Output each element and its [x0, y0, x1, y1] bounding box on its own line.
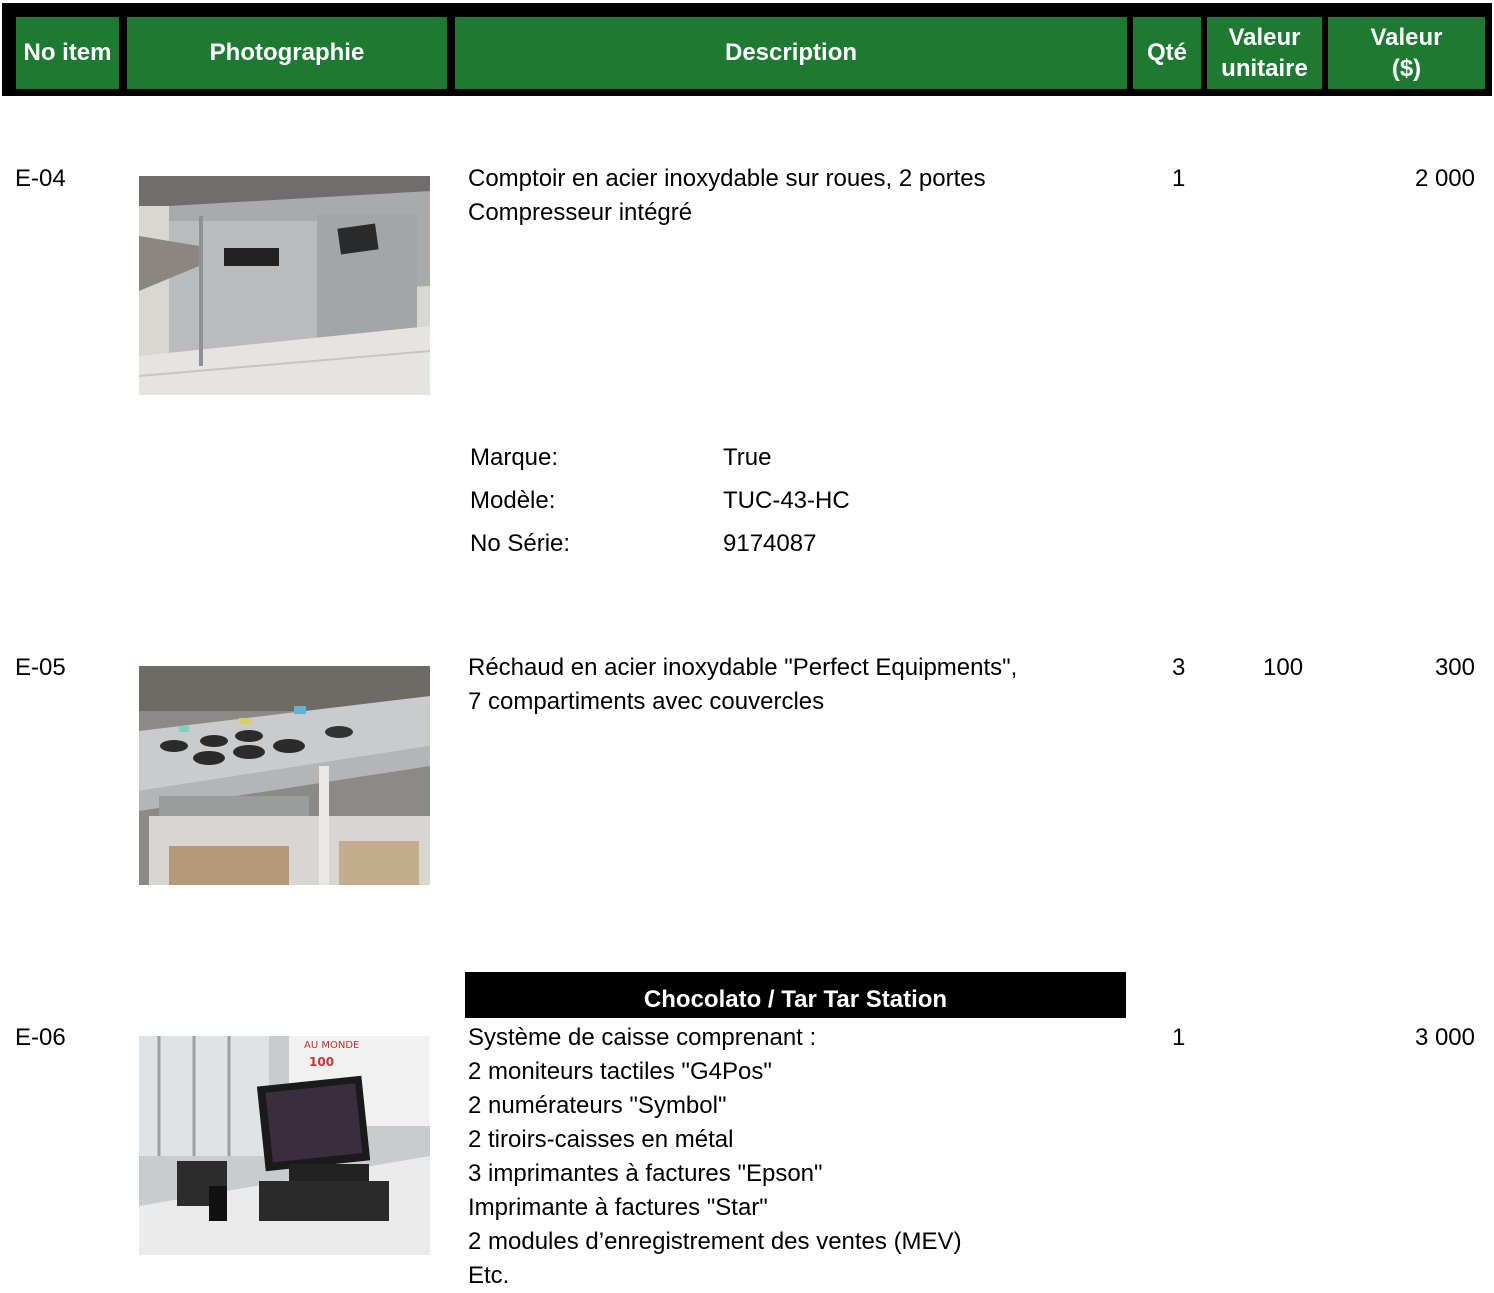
header-photo: Photographie [127, 17, 447, 89]
header-value: Valeur ($) [1328, 17, 1485, 89]
item-number: E-04 [15, 165, 66, 192]
description-line: Compresseur intégré [468, 199, 693, 226]
item-unit-value: 100 [1263, 654, 1304, 681]
item-value: 2 000 [1414, 165, 1475, 192]
photo-text: AU MONDE [304, 1040, 359, 1051]
description-line: 2 modules d’enregistrement des ventes (M… [468, 1228, 962, 1255]
food-warmer-photo [139, 666, 430, 885]
spec-label-serial: No Série: [470, 530, 571, 557]
description-line: 2 moniteurs tactiles "G4Pos" [468, 1058, 772, 1085]
description-line: Imprimante à factures "Star" [468, 1194, 768, 1221]
spec-values: True TUC-43-HC 9174087 [723, 436, 850, 565]
spec-value-model: TUC-43-HC [723, 487, 850, 514]
section-banner: Chocolato / Tar Tar Station [465, 972, 1126, 1018]
header-no-item: No item [16, 17, 119, 89]
description-line: Système de caisse comprenant : [468, 1024, 817, 1051]
description-line: 3 imprimantes à factures "Epson" [468, 1160, 823, 1187]
description-line: 2 tiroirs-caisses en métal [468, 1126, 734, 1153]
item-description: Comptoir en acier inoxydable sur roues, … [468, 162, 986, 230]
description-line: 2 numérateurs "Symbol" [468, 1092, 727, 1119]
header-unit-value: Valeur unitaire [1207, 17, 1322, 89]
item-description: Système de caisse comprenant : 2 moniteu… [468, 1021, 962, 1293]
item-description: Réchaud en acier inoxydable "Perfect Equ… [468, 651, 1017, 719]
item-qty: 1 [1172, 165, 1186, 192]
stainless-counter-photo [139, 176, 430, 395]
header-description: Description [455, 17, 1127, 89]
description-line: 7 compartiments avec couvercles [468, 688, 825, 715]
description-line: Réchaud en acier inoxydable "Perfect Equ… [468, 654, 1018, 681]
pos-system-photo: AU MONDE 100 [139, 1036, 430, 1255]
description-line: Comptoir en acier inoxydable sur roues, … [468, 165, 986, 192]
table-header: No item Photographie Description Qté Val… [2, 3, 1492, 96]
spec-labels: Marque: Modèle: No Série: [470, 436, 570, 565]
spec-label-model: Modèle: [470, 487, 556, 514]
item-number: E-05 [15, 654, 66, 681]
photo-text: 100 [309, 1055, 334, 1069]
header-qty: Qté [1133, 17, 1201, 89]
item-number: E-06 [15, 1024, 66, 1051]
description-line: Etc. [468, 1262, 510, 1289]
spec-label-brand: Marque: [470, 444, 559, 471]
item-qty: 1 [1172, 1024, 1186, 1051]
item-qty: 3 [1172, 654, 1186, 681]
spec-value-serial: 9174087 [723, 530, 817, 557]
spec-value-brand: True [723, 444, 772, 471]
item-value: 3 000 [1414, 1024, 1475, 1051]
item-value: 300 [1434, 654, 1475, 681]
